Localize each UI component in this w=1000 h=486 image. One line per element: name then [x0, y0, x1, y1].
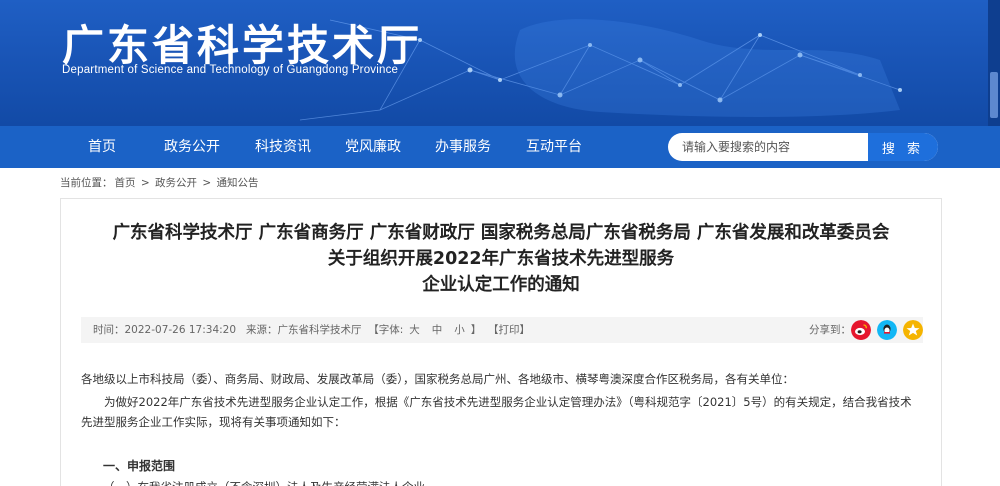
source-label: 来源： [246, 324, 278, 336]
share-label: 分享到： [809, 324, 851, 336]
article-meta: 时间：2022-07-26 17:34:20 来源：广东省科学技术厅 【字体: 大… [93, 317, 530, 343]
breadcrumb-separator: > [202, 177, 212, 189]
site-banner: 广东省科学技术厅 Department of Science and Techn… [0, 0, 1000, 126]
breadcrumb-prefix: 当前位置： [60, 177, 113, 189]
breadcrumb: 当前位置： 首页 > 政务公开 > 通知公告 [60, 175, 261, 190]
article-addressee: 各地级以上市科技局（委）、商务局、财政局、发展改革局（委），国家税务总局广州、各… [81, 372, 794, 386]
breadcrumb-gov-affairs[interactable]: 政务公开 [155, 177, 197, 189]
font-size-small[interactable]: 小 [454, 324, 465, 336]
qzone-icon[interactable] [903, 320, 923, 340]
article-meta-bar: 时间：2022-07-26 17:34:20 来源：广东省科学技术厅 【字体: 大… [81, 317, 923, 343]
breadcrumb-home[interactable]: 首页 [115, 177, 136, 189]
font-size-large[interactable]: 大 [409, 324, 420, 336]
article-title-line-3: 企业认定工作的通知 [422, 275, 580, 295]
scrollbar-thumb[interactable] [990, 72, 998, 118]
qq-icon[interactable] [877, 320, 897, 340]
section-heading-1: 一、申报范围 [103, 459, 176, 473]
article-container: 广东省科学技术厅 广东省商务厅 广东省财政厅 国家税务总局广东省税务局 广东省发… [60, 198, 942, 486]
weibo-icon[interactable] [851, 320, 871, 340]
font-size-label: 【字体: [368, 324, 404, 336]
font-size-medium[interactable]: 中 [432, 324, 443, 336]
search-button[interactable]: 搜 索 [868, 133, 938, 161]
nav-item-services[interactable]: 办事服务 [435, 126, 491, 168]
nav-item-party-integrity[interactable]: 党风廉政 [345, 126, 401, 168]
font-size-close: 】 [470, 324, 482, 336]
nav-item-sci-news[interactable]: 科技资讯 [255, 126, 311, 168]
article-title-line-2: 关于组织开展2022年广东省技术先进型服务 [327, 249, 675, 269]
time-label: 时间： [93, 324, 125, 336]
article-title-line-1: 广东省科学技术厅 广东省商务厅 广东省财政厅 国家税务总局广东省税务局 广东省发… [112, 223, 890, 243]
search-box: 搜 索 [668, 133, 938, 161]
nav-item-interaction[interactable]: 互动平台 [526, 126, 582, 168]
source-value: 广东省科学技术厅 [277, 324, 362, 336]
section-1-item: （一）在我省注册成立（不含深圳）法人及生产经营满法人企业 [103, 477, 923, 486]
print-button[interactable]: 【打印】 [488, 324, 530, 336]
nav-item-home[interactable]: 首页 [88, 126, 116, 168]
nav-item-gov-affairs[interactable]: 政务公开 [164, 126, 220, 168]
site-subtitle: Department of Science and Technology of … [62, 64, 399, 76]
article-paragraph-1: 为做好2022年广东省技术先进型服务企业认定工作，根据《广东省技术先进型服务企业… [81, 395, 912, 429]
search-input[interactable] [668, 133, 868, 161]
breadcrumb-notices[interactable]: 通知公告 [217, 177, 259, 189]
breadcrumb-separator: > [140, 177, 150, 189]
publish-time: 2022-07-26 17:34:20 [124, 324, 237, 336]
